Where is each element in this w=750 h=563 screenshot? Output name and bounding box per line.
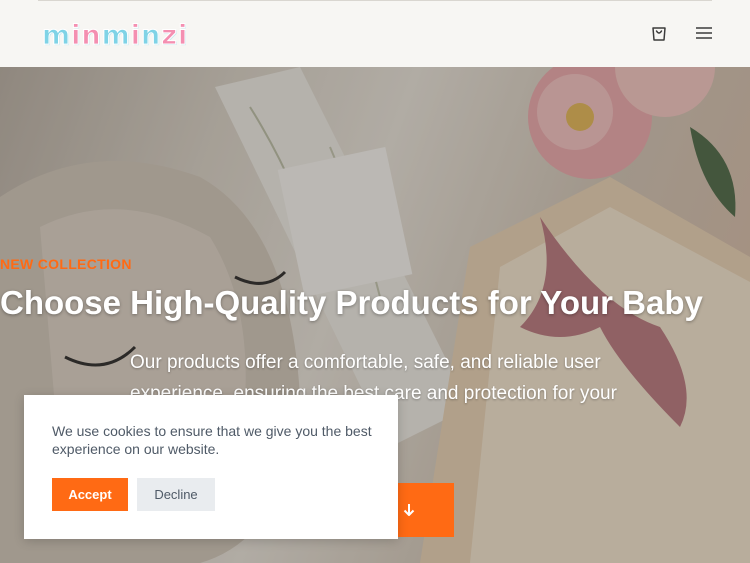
shopping-bag-icon[interactable] <box>648 22 670 44</box>
cookie-message: We use cookies to ensure that we give yo… <box>52 423 372 457</box>
logo-letter: i <box>71 20 82 52</box>
logo-letter: n <box>81 20 102 52</box>
accept-cookies-button[interactable]: Accept <box>52 478 128 511</box>
logo-letter: i <box>177 20 189 52</box>
logo-letter: z <box>161 20 178 52</box>
hamburger-menu-icon[interactable] <box>693 22 715 44</box>
brand-logo[interactable]: minminzi <box>41 20 189 52</box>
logo-letter: i <box>130 20 142 52</box>
hero-title: Choose High-Quality Products for Your Ba… <box>0 284 703 321</box>
decline-cookies-button[interactable]: Decline <box>137 478 215 511</box>
logo-letter: n <box>141 20 162 52</box>
site-header: minminzi <box>0 0 750 67</box>
logo-letter: m <box>41 20 72 52</box>
cookie-consent-banner: We use cookies to ensure that we give yo… <box>24 395 398 539</box>
hero-eyebrow: NEW COLLECTION <box>0 256 132 272</box>
header-top-divider <box>38 0 712 1</box>
logo-letter: m <box>101 20 131 52</box>
arrow-down-icon <box>403 504 415 516</box>
